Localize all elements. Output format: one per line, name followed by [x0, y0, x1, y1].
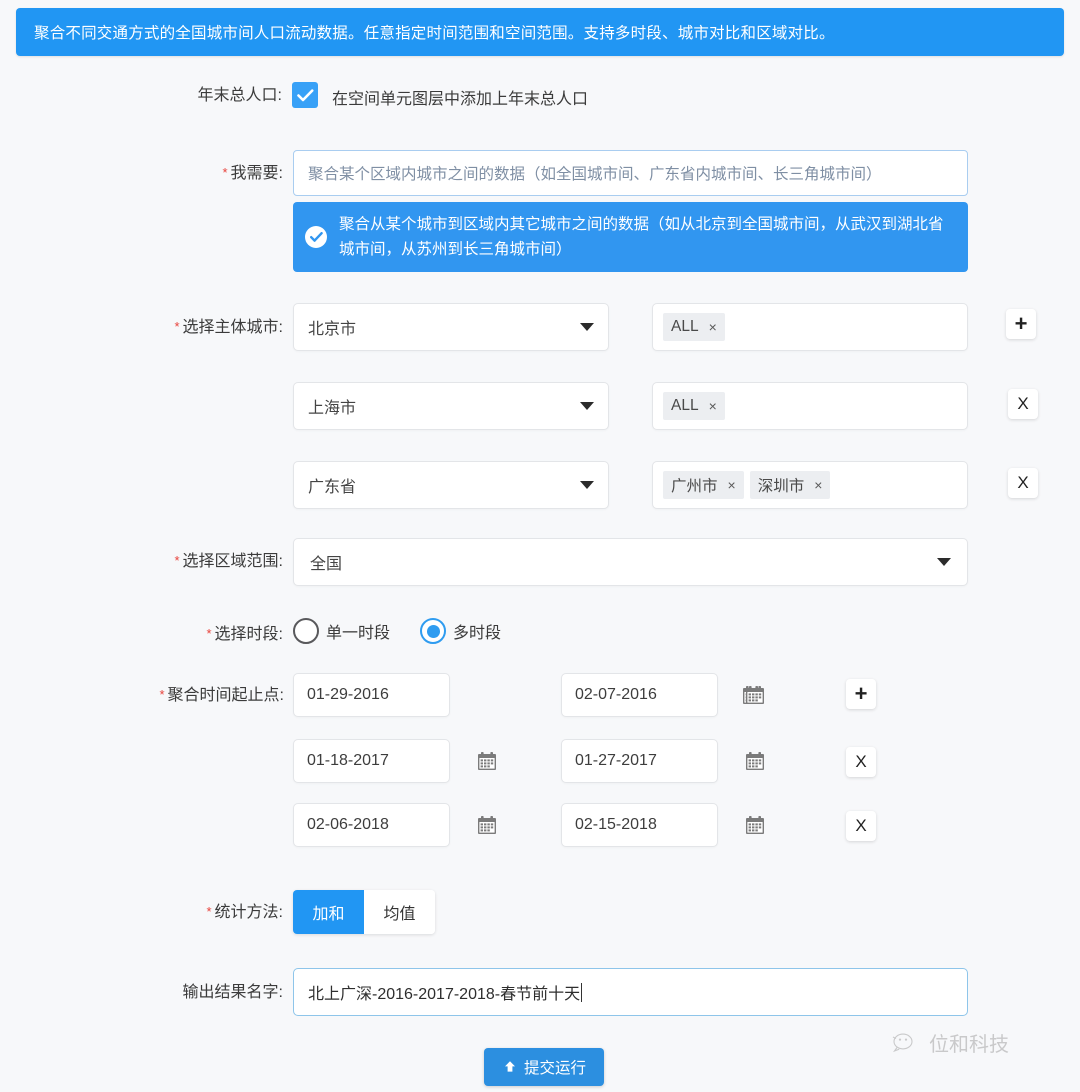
need-label: * 我需要: [163, 163, 283, 184]
tag-item[interactable]: ALL × [663, 392, 725, 420]
calendar-icon-end-2[interactable] [745, 751, 765, 771]
upload-icon [504, 1061, 515, 1072]
remove-subject-city-button-3[interactable]: X [1008, 468, 1038, 498]
region-scope-label: * 选择区域范围: [141, 551, 283, 572]
chevron-down-icon [580, 481, 594, 489]
need-label-text: 我需要: [230, 165, 283, 182]
subject-city-select-1[interactable]: 北京市 [293, 303, 609, 351]
year-end-population-checkbox[interactable] [292, 82, 318, 108]
radio-multi-period-label: 多时段 [453, 625, 502, 642]
subject-cities-label: * 选择主体城市: [141, 317, 283, 338]
radio-single-period[interactable]: 单一时段 [293, 618, 390, 644]
submit-button-label: 提交运行 [523, 1060, 586, 1077]
tag-item[interactable]: ALL × [663, 313, 725, 341]
calendar-icon-end-1[interactable] [745, 685, 765, 705]
radio-single-period-label: 单一时段 [326, 625, 391, 642]
subject-cities-label-text: 选择主体城市: [182, 319, 283, 336]
time-range-end-3[interactable]: 02-15-2018 [561, 803, 718, 847]
text-cursor [581, 982, 583, 1002]
statistic-method-toggle: 加和 均值 [293, 890, 435, 934]
subject-city-select-2[interactable]: 上海市 [293, 382, 609, 430]
watermark: 位和科技 [892, 1028, 1009, 1057]
statistic-method-sum-button[interactable]: 加和 [293, 890, 364, 934]
tag-remove-icon[interactable]: × [728, 477, 736, 493]
info-banner-text: 聚合不同交通方式的全国城市间人口流动数据。任意指定时间范围和空间范围。支持多时段… [34, 25, 835, 42]
calendar-icon-start-3[interactable] [477, 815, 497, 835]
required-marker: * [159, 687, 165, 702]
subject-city-select-3[interactable]: 广东省 [293, 461, 609, 509]
tag-remove-icon[interactable]: × [814, 477, 822, 493]
required-marker: * [174, 553, 180, 568]
radio-icon-selected [420, 618, 447, 644]
statistic-method-mean-button[interactable]: 均值 [364, 890, 435, 934]
tag-remove-icon[interactable]: × [709, 398, 717, 414]
year-end-population-label: 年末总人口: [197, 87, 282, 104]
region-scope-select[interactable]: 全国 [293, 538, 968, 586]
time-range-end-2[interactable]: 01-27-2017 [561, 739, 718, 783]
watermark-text: 位和科技 [929, 1032, 1009, 1056]
tag-label: 深圳市 [757, 478, 805, 495]
need-option-city-to-region-text: 聚合从某个城市到区域内其它城市之间的数据（如从北京到全国城市间，从武汉到湖北省城… [339, 216, 944, 258]
period-type-label: * 选择时段: [173, 624, 283, 645]
remove-time-range-button-3[interactable]: X [846, 811, 876, 841]
time-range-start-3[interactable]: 02-06-2018 [293, 803, 450, 847]
check-icon [296, 88, 313, 101]
output-name-value: 北上广深-2016-2017-2018-春节前十天 [308, 986, 581, 1003]
add-time-range-button[interactable]: + [846, 679, 876, 709]
time-ranges-label-text: 聚合时间起止点: [167, 687, 284, 704]
region-scope-label-text: 选择区域范围: [182, 553, 283, 570]
year-end-population-option-text: 在空间单元图层中添加上年末总人口 [332, 91, 589, 108]
output-name-input[interactable]: 北上广深-2016-2017-2018-春节前十天 [293, 968, 968, 1016]
aggregation-form-page: 聚合不同交通方式的全国城市间人口流动数据。任意指定时间范围和空间范围。支持多时段… [0, 0, 1080, 1092]
output-name-label: 输出结果名字: [182, 984, 283, 1001]
subject-city-select-2-value: 上海市 [308, 400, 357, 417]
need-option-city-to-region[interactable]: 聚合从某个城市到区域内其它城市之间的数据（如从北京到全国城市间，从武汉到湖北省城… [293, 202, 968, 272]
subject-city-tags-3[interactable]: 广州市 × 深圳市 × [652, 461, 968, 509]
submit-button[interactable]: 提交运行 [484, 1048, 604, 1086]
calendar-icon-start-2[interactable] [477, 751, 497, 771]
subject-city-select-3-value: 广东省 [308, 479, 357, 496]
tag-label: ALL [671, 397, 699, 414]
required-marker: * [222, 165, 228, 180]
period-type-radio-group: 单一时段 多时段 [293, 618, 501, 644]
remove-time-range-button-2[interactable]: X [846, 747, 876, 777]
region-scope-value: 全国 [310, 556, 343, 573]
required-marker: * [174, 319, 180, 334]
time-range-end-1[interactable]: 02-07-2016 [561, 673, 718, 717]
statistic-method-label: * 统计方法: [173, 902, 283, 923]
required-marker: * [206, 904, 212, 919]
time-range-start-1[interactable]: 01-29-2016 [293, 673, 450, 717]
chevron-down-icon [937, 558, 951, 566]
wechat-logo-icon [892, 1033, 913, 1052]
radio-multi-period[interactable]: 多时段 [420, 618, 501, 644]
subject-city-select-1-value: 北京市 [308, 321, 357, 338]
tag-item[interactable]: 深圳市 × [749, 471, 831, 499]
time-ranges-label: * 聚合时间起止点: [126, 685, 284, 706]
statistic-method-label-text: 统计方法: [214, 904, 283, 921]
subject-city-tags-1[interactable]: ALL × [652, 303, 968, 351]
tag-label: 广州市 [671, 478, 718, 495]
add-subject-city-button[interactable]: + [1006, 309, 1036, 339]
calendar-icon-end-3[interactable] [745, 815, 765, 835]
check-circle-icon [305, 226, 327, 248]
chevron-down-icon [580, 402, 594, 410]
remove-subject-city-button-2[interactable]: X [1008, 389, 1038, 419]
period-type-label-text: 选择时段: [214, 626, 283, 643]
tag-label: ALL [671, 318, 699, 335]
required-marker: * [206, 626, 212, 641]
need-option-region-to-region[interactable]: 聚合某个区域内城市之间的数据（如全国城市间、广东省内城市间、长三角城市间） [293, 150, 968, 196]
chevron-down-icon [580, 323, 594, 331]
need-option-region-to-region-text: 聚合某个区域内城市之间的数据（如全国城市间、广东省内城市间、长三角城市间） [308, 166, 882, 183]
radio-icon-unselected [293, 618, 319, 644]
subject-city-tags-2[interactable]: ALL × [652, 382, 968, 430]
tag-remove-icon[interactable]: × [709, 319, 717, 335]
info-banner: 聚合不同交通方式的全国城市间人口流动数据。任意指定时间范围和空间范围。支持多时段… [16, 8, 1064, 56]
tag-item[interactable]: 广州市 × [663, 471, 744, 499]
time-range-start-2[interactable]: 01-18-2017 [293, 739, 450, 783]
